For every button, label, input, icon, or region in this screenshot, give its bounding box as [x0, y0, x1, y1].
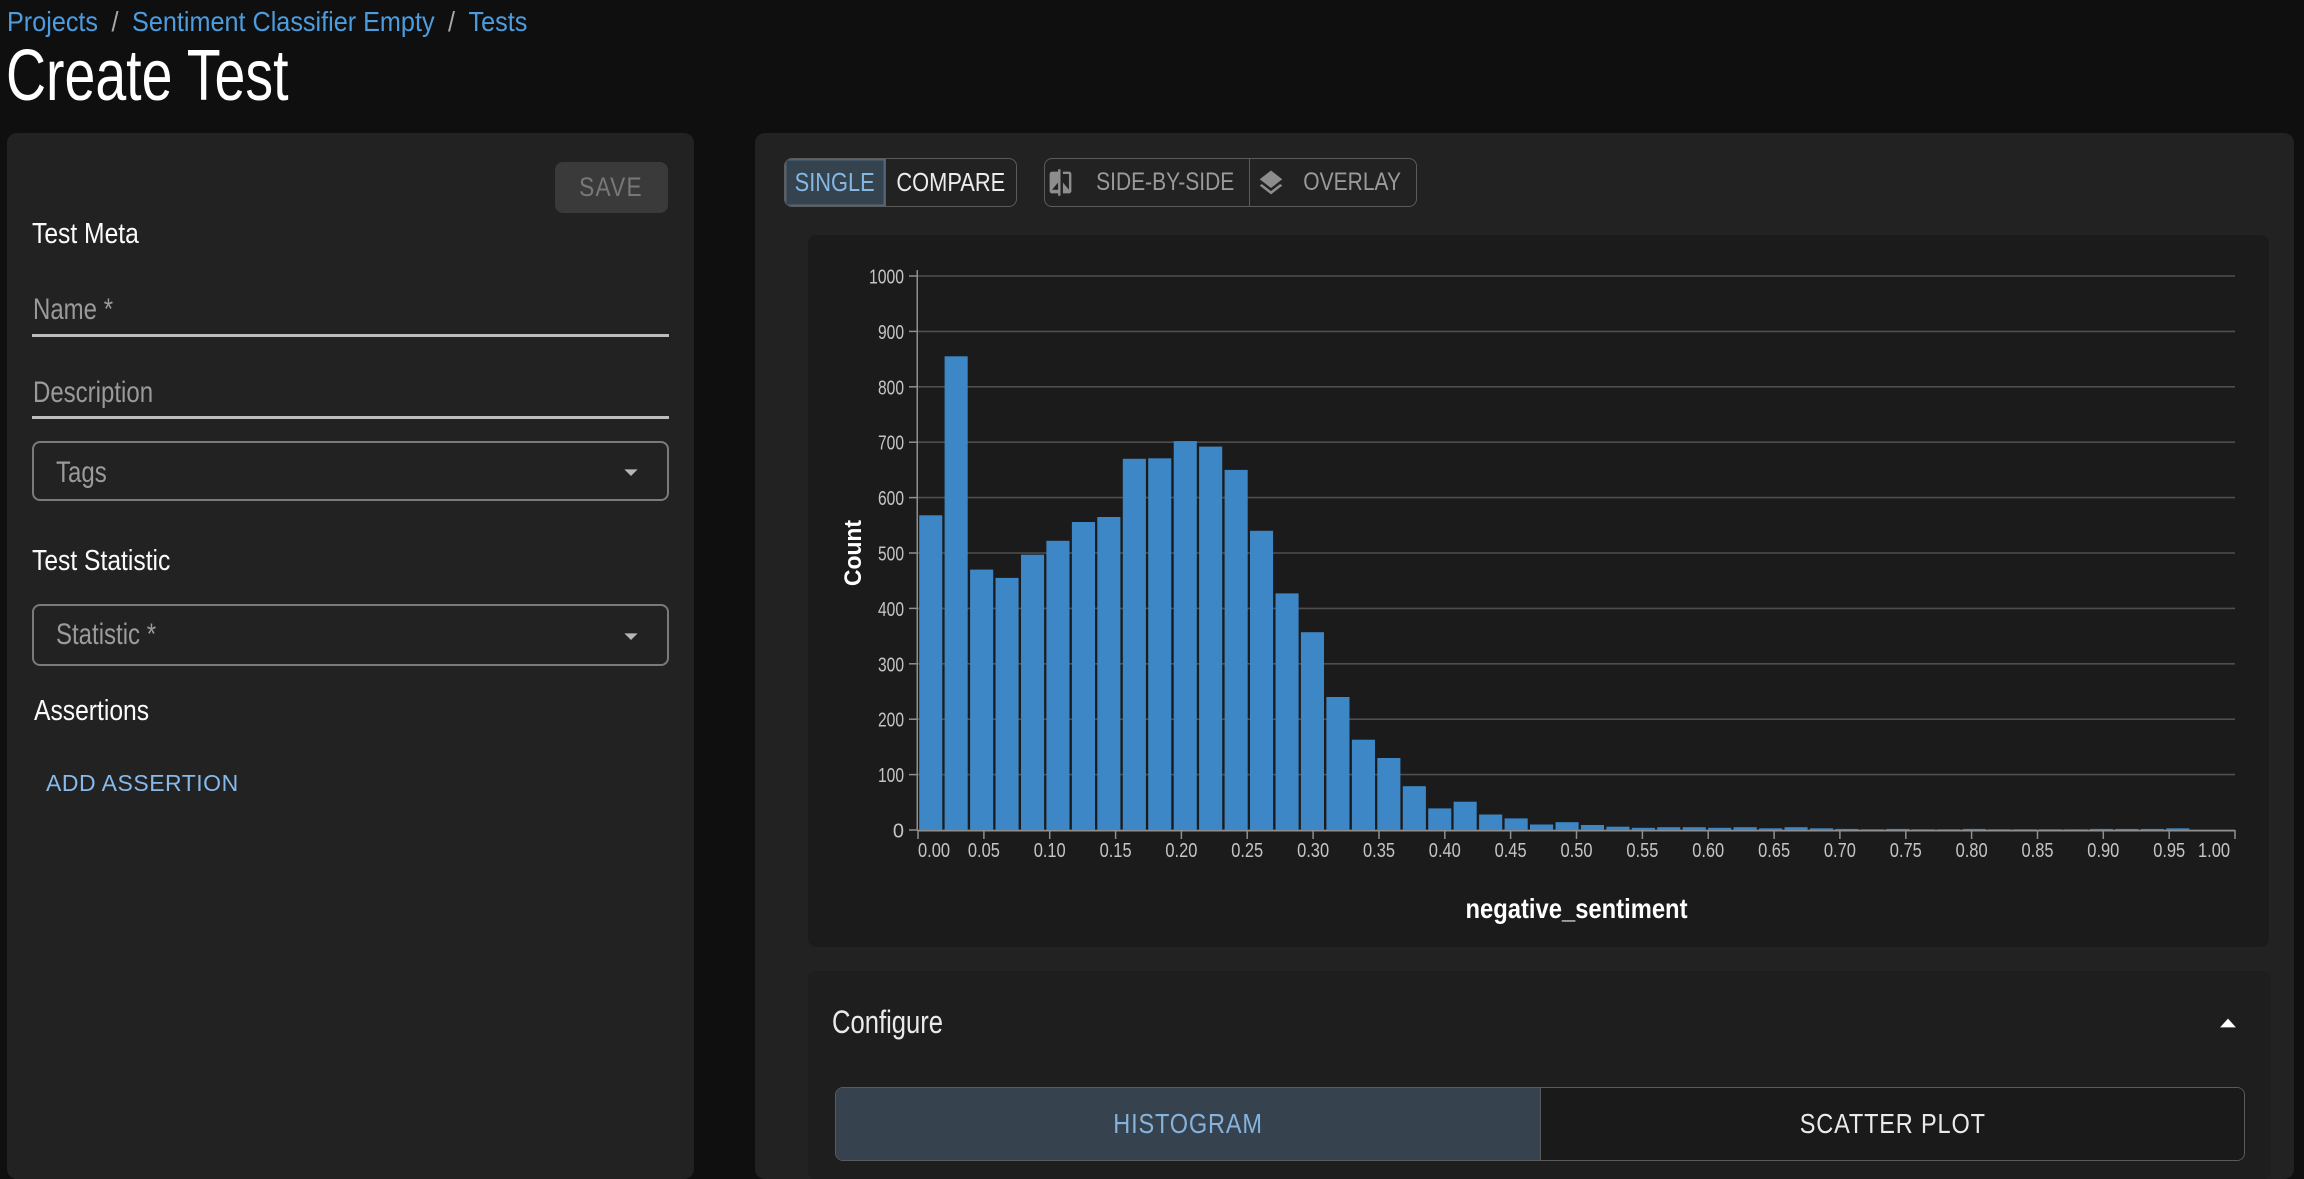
svg-text:0: 0	[893, 821, 904, 843]
svg-text:0.10: 0.10	[1034, 840, 1066, 862]
svg-text:0.50: 0.50	[1561, 840, 1593, 862]
svg-text:negative_sentiment: negative_sentiment	[1466, 893, 1688, 924]
svg-text:0.60: 0.60	[1692, 840, 1724, 862]
svg-text:400: 400	[878, 599, 904, 621]
svg-text:0.70: 0.70	[1824, 840, 1856, 862]
svg-text:0.40: 0.40	[1429, 840, 1461, 862]
svg-text:800: 800	[878, 377, 904, 399]
svg-text:100: 100	[878, 765, 904, 787]
svg-text:0.75: 0.75	[1890, 840, 1922, 862]
svg-text:0.65: 0.65	[1758, 840, 1790, 862]
svg-text:0.35: 0.35	[1363, 840, 1395, 862]
svg-text:700: 700	[878, 433, 904, 455]
svg-text:1000: 1000	[869, 267, 904, 289]
svg-text:500: 500	[878, 544, 904, 566]
svg-text:0.05: 0.05	[968, 840, 1000, 862]
svg-text:0.15: 0.15	[1100, 840, 1132, 862]
svg-text:0.85: 0.85	[2022, 840, 2054, 862]
svg-text:1.00: 1.00	[2198, 840, 2230, 862]
svg-text:0.30: 0.30	[1297, 840, 1329, 862]
svg-text:0.25: 0.25	[1231, 840, 1263, 862]
svg-text:0.95: 0.95	[2153, 840, 2185, 862]
svg-text:Count: Count	[840, 520, 867, 586]
svg-text:200: 200	[878, 710, 904, 732]
svg-text:0.80: 0.80	[1956, 840, 1988, 862]
svg-text:0.45: 0.45	[1495, 840, 1527, 862]
svg-text:0.20: 0.20	[1165, 840, 1197, 862]
svg-text:0.55: 0.55	[1626, 840, 1658, 862]
svg-text:300: 300	[878, 654, 904, 676]
svg-text:900: 900	[878, 322, 904, 344]
svg-text:0.90: 0.90	[2087, 840, 2119, 862]
svg-text:0.00: 0.00	[918, 840, 950, 862]
svg-text:600: 600	[878, 488, 904, 510]
